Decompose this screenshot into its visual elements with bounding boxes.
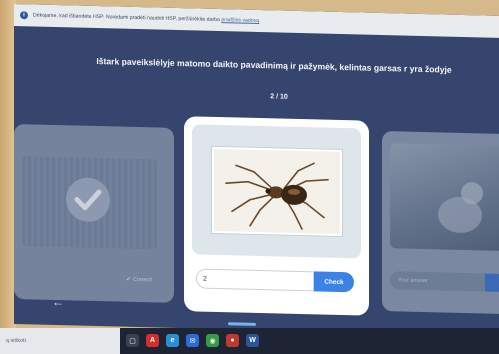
next-question-image	[390, 143, 499, 252]
word-icon[interactable]: W	[246, 334, 259, 347]
next-answer-input: Your answer	[390, 271, 485, 292]
check-small-icon: ✔	[126, 276, 132, 283]
acrobat-icon[interactable]: A	[146, 334, 159, 347]
notice-link[interactable]: pradžios vadovą	[221, 17, 259, 24]
previous-question-image	[22, 156, 157, 250]
back-arrow-icon[interactable]: ←	[52, 295, 64, 309]
quiz-instruction: Ištark paveikslėlyje matomo daikto pavad…	[96, 56, 452, 75]
taskbar-search-text: ą ieškoti	[6, 338, 26, 344]
taskbar-icons: ▢ A e ✉ ◉ ● W	[126, 334, 259, 347]
previous-question-card[interactable]: ✔ Correct!	[14, 124, 174, 303]
spider-image	[212, 146, 342, 237]
notice-message: Dėkojame, kad išbandėte HSP. Norėdami pr…	[33, 12, 220, 24]
next-question-card[interactable]: Your answer	[382, 130, 499, 315]
taskbar-search[interactable]: ą ieškoti	[0, 328, 120, 354]
notice-text: Dėkojame, kad išbandėte HSP. Norėdami pr…	[33, 12, 259, 24]
active-indicator	[228, 322, 256, 326]
progress-counter: 2 / 10	[270, 93, 288, 101]
os-taskbar: ą ieškoti ▢ A e ✉ ◉ ● W	[0, 328, 499, 354]
app-red-icon[interactable]: ●	[226, 334, 239, 347]
check-button[interactable]: Check	[314, 271, 354, 293]
answer-input[interactable]	[196, 268, 314, 292]
answer-form: Check	[196, 268, 361, 293]
browser-viewport: i Dėkojame, kad išbandėte HSP. Norėdami …	[14, 4, 499, 336]
question-image-panel	[192, 124, 361, 259]
task-view-icon[interactable]: ▢	[126, 334, 139, 347]
current-question-card: Check	[184, 116, 369, 316]
mail-icon[interactable]: ✉	[186, 334, 199, 347]
notice-banner: i Dėkojame, kad išbandėte HSP. Norėdami …	[14, 4, 499, 38]
previous-result: ✔ Correct!	[126, 276, 152, 284]
edge-icon[interactable]: e	[166, 334, 179, 347]
chrome-icon[interactable]: ◉	[206, 334, 219, 347]
checkmark-icon	[66, 177, 110, 223]
correct-label: Correct!	[133, 276, 153, 283]
info-icon: i	[20, 11, 28, 20]
next-check-button	[485, 273, 499, 293]
